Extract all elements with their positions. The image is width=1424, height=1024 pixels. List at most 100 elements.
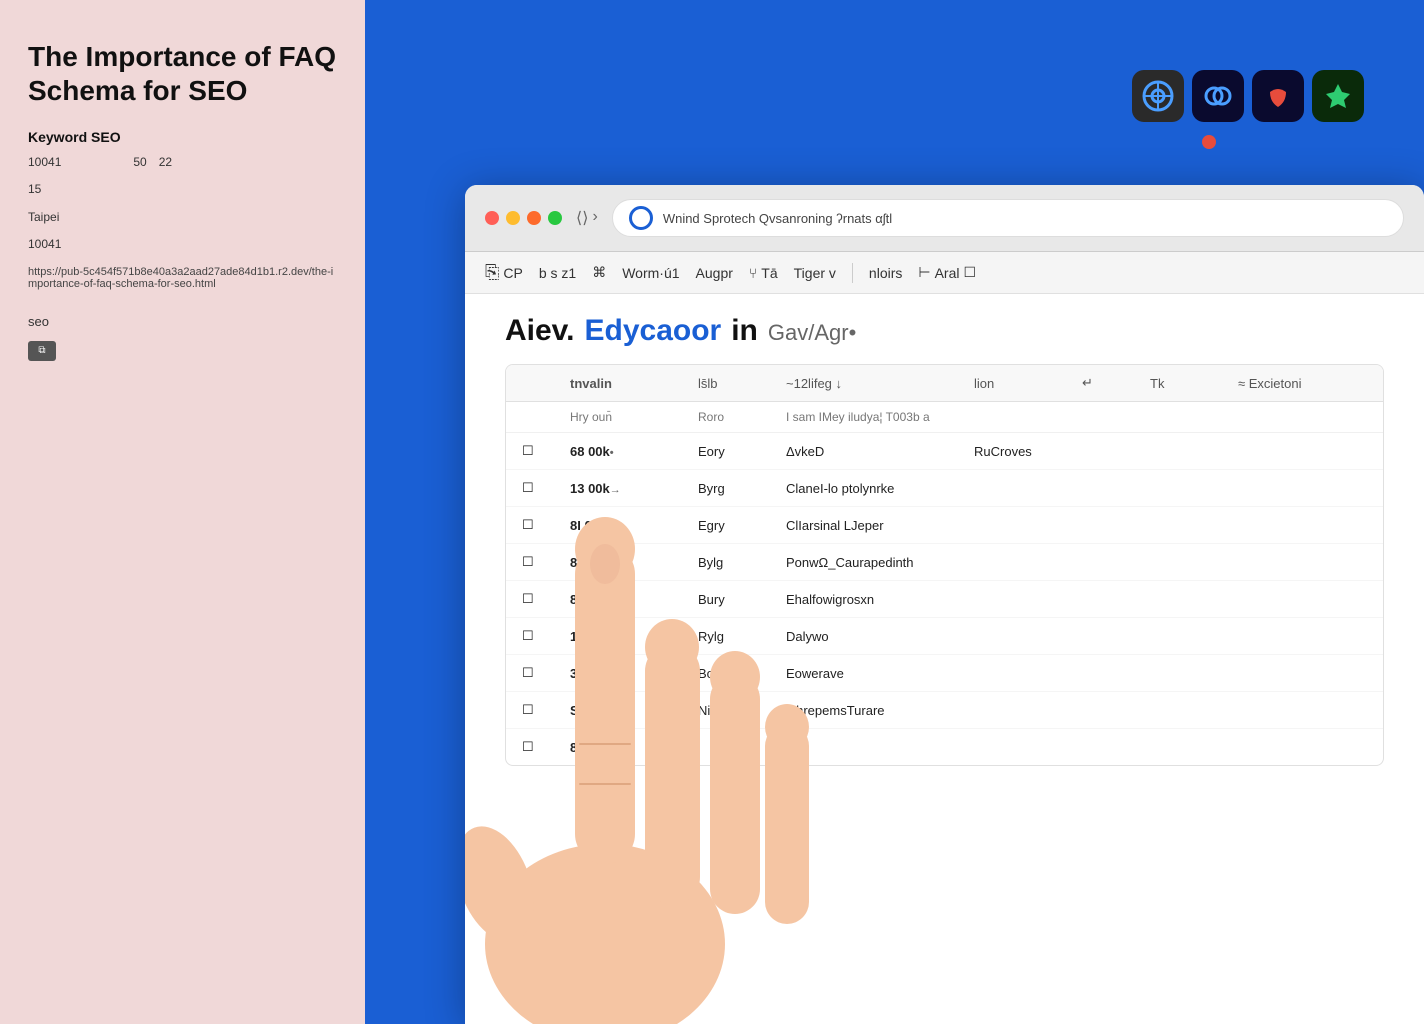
checkbox-icon: ☐ — [964, 264, 977, 281]
sub-hry: Hry oun̄ — [570, 410, 690, 424]
row-rank-1: 68 00k• — [570, 444, 690, 459]
toolbar-text-augpr: Augpr — [696, 265, 733, 281]
back-icon[interactable]: ⟨⟩ — [576, 208, 588, 228]
sidebar: The Importance of FAQ Schema for SEO Key… — [0, 0, 365, 1024]
toolbar-text-nloirs: nloirs — [869, 265, 902, 281]
toolbar-item-tiger[interactable]: Tiger v — [794, 265, 836, 281]
app-icon-browser[interactable] — [1132, 70, 1184, 122]
sidebar-url[interactable]: https://pub-5c454f571b8e40a3a2aad27ade84… — [28, 266, 337, 290]
toolbar-text-ta: Tā — [761, 265, 777, 281]
toolbar-item-ta[interactable]: ⑂ Tā — [749, 265, 778, 281]
table-row: ☐ 13 00k→ Byrg ClaneI-lo ptolynrke — [506, 470, 1383, 507]
table-row: ☐ 82 00k• Bury Ehalfowigrosxn — [506, 581, 1383, 618]
table-row: ☐ S0 00k• Nillv OhrepemsTurare — [506, 692, 1383, 729]
worm-ji-text: Worm·ú1 — [622, 265, 679, 281]
site-identity-icon — [629, 206, 653, 230]
th-tk[interactable]: Tk — [1150, 376, 1230, 391]
row-col3-1: ΔvkeD — [786, 444, 966, 459]
toolbar-icon-3: ⌘ — [592, 264, 606, 281]
address-text: Wnind Sprotech Qvsanroning ʔrnats αʃtl — [663, 211, 1387, 226]
row-col3-6: Dalywo — [786, 629, 966, 644]
row-check-2[interactable]: ☐ — [522, 480, 562, 496]
row-check-7[interactable]: ☐ — [522, 665, 562, 681]
close-button[interactable] — [485, 211, 499, 225]
app-icons-container — [1132, 70, 1364, 122]
table-row: ☐ 8E 00k• — [506, 729, 1383, 765]
minimize-button[interactable] — [506, 211, 520, 225]
toolbar-item-nloirs[interactable]: nloirs — [869, 265, 902, 281]
row-check-9[interactable]: ☐ — [522, 739, 562, 755]
row-col2-8: Nillv — [698, 703, 778, 718]
sidebar-meta-4: 10041 — [28, 235, 337, 254]
toolbar-item-2[interactable]: b s z1 — [539, 265, 576, 281]
sidebar-meta-2: 15 — [28, 180, 337, 199]
sub-ism: I sam IMey iludya¦ T003b a — [786, 410, 1384, 424]
row-col2-1: Eory — [698, 444, 778, 459]
address-bar[interactable]: Wnind Sprotech Qvsanroning ʔrnats αʃtl — [612, 199, 1404, 237]
th-ls[interactable]: ls̄lb — [698, 376, 778, 391]
row-col3-5: Ehalfowigrosxn — [786, 592, 966, 607]
th-arrow: ↵ — [1082, 375, 1142, 391]
toolbar-text-aral: Aral — [935, 265, 960, 281]
table-header: tnvalin ls̄lb ~12lifeg ↓ lion ↵ Tk ≈ Exc… — [506, 365, 1383, 402]
toolbar-label-1: ⎘ — [485, 262, 499, 283]
th-lifeg[interactable]: ~12lifeg ↓ — [786, 376, 966, 391]
copy-icon[interactable]: ⧉ — [28, 341, 56, 361]
main-area: ⟨⟩ › Wnind Sprotech Qvsanroning ʔrnats α… — [365, 0, 1424, 1024]
row-rank-6: 17 004• — [570, 629, 690, 644]
forward-icon[interactable]: › — [592, 208, 597, 228]
row-col2-5: Bury — [698, 592, 778, 607]
sidebar-meta-1: 10041 50 22 — [28, 153, 337, 172]
row-col2-2: Byrg — [698, 481, 778, 496]
page-heading: Aiev. Edycaoor in Gav/Agr• — [505, 314, 1384, 348]
row-check-8[interactable]: ☐ — [522, 702, 562, 718]
toolbar-divider — [852, 263, 853, 283]
row-col3-7: Eowerave — [786, 666, 966, 681]
fullscreen-button[interactable] — [548, 211, 562, 225]
nav-arrows: ⟨⟩ › — [576, 208, 598, 228]
row-rank-7: 32 00k• — [570, 666, 690, 681]
toolbar-text-1: CP — [503, 265, 522, 281]
row-check-6[interactable]: ☐ — [522, 628, 562, 644]
th-excietoni[interactable]: ≈ Excietoni — [1238, 376, 1384, 391]
row-check-3[interactable]: ☐ — [522, 517, 562, 533]
row-rank-8: S0 00k• — [570, 703, 690, 718]
browser-toolbar: ⎘ CP b s z1 ⌘ Worm·ú1 Augpr ⑂ Tā Tiger v — [465, 252, 1424, 294]
row-check[interactable]: ☐ — [522, 443, 562, 459]
row-col2-4: Bylg — [698, 555, 778, 570]
toolbar-item-aral[interactable]: ⊢ Aral ☐ — [918, 264, 976, 281]
row-check-5[interactable]: ☐ — [522, 591, 562, 607]
row-col4-1: RuCroves — [974, 444, 1074, 459]
table-row: ☐ 68 00k• Eory ΔvkeD RuCroves — [506, 433, 1383, 470]
zoom-button[interactable] — [527, 211, 541, 225]
page-title-part1: Aiev. — [505, 314, 574, 348]
sidebar-title: The Importance of FAQ Schema for SEO — [28, 40, 337, 107]
table-row: ☐ 80 00k• Bylg PonwΩ_Caurapedinth — [506, 544, 1383, 581]
fork-icon: ⑂ — [749, 265, 757, 281]
app-icon-4[interactable] — [1312, 70, 1364, 122]
sidebar-meta-3: Taipei — [28, 208, 337, 227]
row-col3-3: ClIarsinal LJeper — [786, 518, 966, 533]
browser-content: Aiev. Edycaoor in Gav/Agr• tnvalin ls̄lb… — [465, 294, 1424, 786]
row-rank-5: 82 00k• — [570, 592, 690, 607]
th-invalid[interactable]: tnvalin — [570, 376, 690, 391]
toolbar-item-3[interactable]: ⌘ — [592, 264, 606, 281]
table-row: ☐ 32 00k• Bory Eowerave — [506, 655, 1383, 692]
row-col2-6: Rylg — [698, 629, 778, 644]
sub-roro: Roro — [698, 410, 778, 424]
browser-chrome: ⟨⟩ › Wnind Sprotech Qvsanroning ʔrnats α… — [465, 185, 1424, 252]
row-col2-7: Bory — [698, 666, 778, 681]
row-rank-3: 8I 00k• — [570, 518, 690, 533]
table-row: ☐ 8I 00k• Egry ClIarsinal LJeper — [506, 507, 1383, 544]
app-icon-3[interactable] — [1252, 70, 1304, 122]
app-icon-2[interactable] — [1192, 70, 1244, 122]
th-lion[interactable]: lion — [974, 376, 1074, 391]
row-check-4[interactable]: ☐ — [522, 554, 562, 570]
sidebar-seo: seo — [28, 314, 337, 329]
row-rank-2: 13 00k→ — [570, 481, 690, 496]
toolbar-item-1[interactable]: ⎘ CP — [485, 262, 523, 283]
notification-dot — [1202, 135, 1216, 149]
toolbar-item-augpr[interactable]: Augpr — [696, 265, 733, 281]
data-table: tnvalin ls̄lb ~12lifeg ↓ lion ↵ Tk ≈ Exc… — [505, 364, 1384, 766]
toolbar-item-worm[interactable]: Worm·ú1 — [622, 265, 679, 281]
